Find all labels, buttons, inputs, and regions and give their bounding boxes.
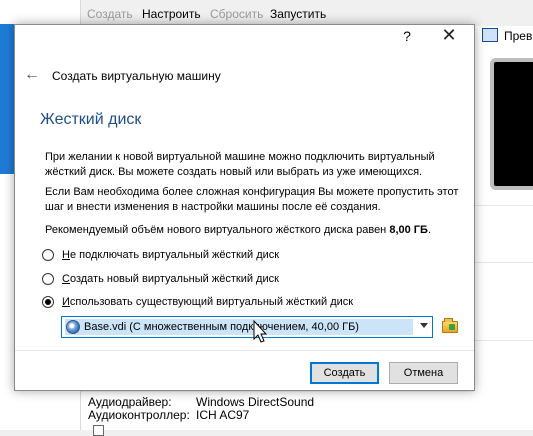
preview-screen (490, 58, 533, 190)
recommended-size-value: 8,00 ГБ (389, 224, 428, 236)
option-text: спользовать существующий виртуальный жёс… (69, 296, 354, 308)
toolbar-settings-button[interactable]: Настроить (142, 7, 201, 21)
audio-driver-label: Аудиодрайвер: (88, 395, 172, 409)
option-text: оздать новый виртуальный жёсткий диск (69, 273, 279, 285)
footer-divider (15, 350, 474, 351)
create-button[interactable]: Создать (310, 362, 379, 384)
audio-controller-label: Аудиоконтроллер: (88, 408, 190, 422)
option-label: Использовать существующий виртуальный жё… (62, 296, 353, 308)
toolbar-reset-button[interactable]: Сбросить (210, 7, 263, 21)
chevron-down-icon[interactable] (420, 323, 428, 328)
radio-no-disk[interactable] (42, 249, 54, 261)
advanced-line: шаг и внести изменения в настройки машин… (45, 201, 381, 213)
advanced-line: Если Вам необходима более сложная конфиг… (45, 186, 459, 198)
preview-icon (482, 28, 498, 42)
option-no-disk[interactable]: Не подключать виртуальный жёсткий диск (42, 247, 279, 263)
section-checkbox[interactable] (93, 425, 104, 436)
option-label: Не подключать виртуальный жёсткий диск (62, 249, 279, 261)
option-text: е подключать виртуальный жёсткий диск (69, 249, 280, 261)
mnemonic: С (62, 273, 70, 285)
intro-line: При желании к новой виртуальной машине м… (45, 151, 435, 163)
preview-section-title[interactable]: Прев (504, 29, 532, 43)
audio-controller-value: ICH AC97 (196, 408, 250, 422)
back-arrow-icon[interactable]: ← (24, 66, 40, 84)
recommended-size-text: Рекомендуемый объём нового виртуального … (45, 223, 465, 238)
option-label: Создать новый виртуальный жёсткий диск (62, 273, 279, 285)
recommended-size-end: . (427, 224, 431, 236)
recommended-size-label: Рекомендуемый объём нового виртуального … (45, 224, 390, 236)
mnemonic: И (62, 296, 70, 308)
page-title: Жесткий диск (40, 111, 142, 128)
details-divider (474, 205, 533, 206)
option-use-existing-disk[interactable]: Использовать существующий виртуальный жё… (42, 294, 353, 310)
choose-disk-file-button[interactable] (441, 318, 459, 336)
radio-create-new-disk[interactable] (42, 273, 54, 285)
main-toolbar: Создать Настроить Сбросить Запустить (81, 0, 533, 26)
disk-icon (66, 320, 80, 334)
vm-list-selection[interactable] (0, 24, 14, 174)
advanced-paragraph: Если Вам необходима более сложная конфиг… (45, 185, 465, 215)
existing-disk-select[interactable]: Base.vdi (С множественным подключением, … (61, 316, 433, 338)
option-create-new-disk[interactable]: Создать новый виртуальный жёсткий диск (42, 271, 279, 287)
toolbar-create-button[interactable]: Создать (87, 7, 133, 21)
toolbar-start-button[interactable]: Запустить (270, 7, 326, 21)
selected-disk-item[interactable]: Base.vdi (С множественным подключением, … (65, 319, 413, 335)
create-vm-dialog: ? ✕ ← Создать виртуальную машину Жесткий… (14, 24, 475, 391)
wizard-title: Создать виртуальную машину (52, 69, 221, 83)
audio-driver-value: Windows DirectSound (196, 395, 315, 409)
details-divider (474, 262, 533, 263)
selected-disk-label: Base.vdi (С множественным подключением, … (84, 321, 359, 333)
mnemonic: Н (62, 249, 70, 261)
mouse-cursor-icon (253, 320, 267, 343)
intro-paragraph: При желании к новой виртуальной машине м… (45, 150, 465, 180)
close-icon[interactable]: ✕ (439, 25, 459, 46)
intro-line: жёсткий диск. Вы можете создать новый ил… (45, 166, 423, 178)
radio-use-existing-disk[interactable] (42, 296, 54, 308)
help-icon[interactable]: ? (399, 28, 415, 44)
cancel-button[interactable]: Отмена (389, 362, 458, 384)
folder-icon (442, 318, 458, 333)
details-divider (474, 340, 533, 341)
